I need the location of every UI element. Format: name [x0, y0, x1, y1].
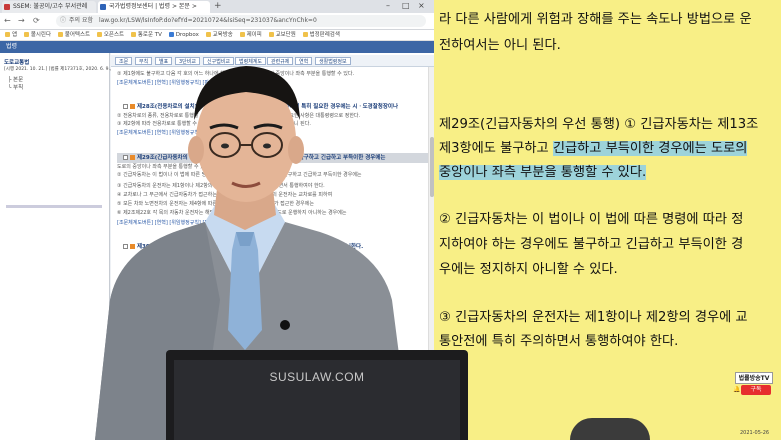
law-links-line[interactable]: [조문체계도버튼] [연혁] [위임행정규칙] [판례] [117, 130, 216, 137]
bookmark-item[interactable]: 교보단원 [268, 30, 296, 40]
toolbar-button[interactable]: 연혁 [295, 57, 313, 65]
law-text-line: ⑤ 모든 차와 노면전차의 운전자는 제4항에 따른 곳 외의 곳에서 긴급자동… [117, 201, 314, 207]
folder-icon [5, 32, 10, 37]
tab-law-info[interactable]: 국가법령정보센터 | 법령 > 본문 > [98, 1, 210, 13]
tab-label: SSEM: 불공이/고수 부서관례 [13, 3, 88, 10]
monitor-brand: SUSULAW.COM [269, 370, 365, 384]
url-input[interactable]: ⓘ 주의 요함 law.go.kr/LSW/lsInfoP.do?efYd=202… [56, 15, 426, 27]
toolbar-button[interactable]: 별표 [155, 57, 173, 65]
bookmark-item[interactable]: 볼시린다 [23, 30, 51, 40]
tab-ssem[interactable]: SSEM: 불공이/고수 부서관례 [2, 1, 96, 13]
law-text-line: ⑥ 제2조제22호 각 목의 자동차 운전자는 해당 자동차를 그 본래의 긴급… [117, 210, 347, 216]
folder-icon [239, 32, 245, 37]
bookmark-tag-icon [130, 104, 135, 109]
reload-button[interactable]: ⟳ [33, 16, 40, 25]
tree-item-body[interactable]: ├ 본문 [8, 75, 23, 83]
slide-line: 중앙이나 좌측 부분을 통행할 수 있다. [439, 161, 779, 180]
toolbar-button[interactable]: 부칙 [135, 57, 153, 65]
folder-icon [23, 32, 29, 37]
law-text-line: ② 제1항에도 불구하고 다음 각 호의 어느 하나에 해당하는 경우에는 도로… [117, 71, 355, 77]
foreground-object [570, 418, 650, 440]
close-window-button[interactable]: × [418, 0, 425, 12]
app-header: 법령 [0, 41, 434, 53]
slide-line: ③ 긴급자동차의 운전자는 제1항이나 제2항의 경우에 교 [439, 310, 748, 325]
forward-button[interactable]: → [18, 16, 25, 25]
tab-label: 국가법령정보센터 | 법령 > 본문 > [109, 3, 197, 10]
foreground-monitor: SUSULAW.COM [166, 350, 468, 440]
back-button[interactable]: ← [4, 16, 11, 25]
slide-line: 통안전에 특히 주의하면서 통행하여야 한다. [439, 334, 679, 349]
law-text-line: ④ 교차로나 그 부근에서 긴급자동차가 접근하는 경우에는 차마와 노면전차의… [117, 192, 333, 198]
article-checkbox[interactable] [123, 244, 128, 249]
tab-favicon-icon [100, 4, 106, 10]
folder-icon [268, 32, 274, 37]
url-text: law.go.kr/LSW/lsInfoP.do?efYd=20210724&l… [98, 17, 317, 24]
bookmark-tag-icon [130, 155, 135, 160]
bookmark-item[interactable]: 불어텍스트 [57, 30, 90, 40]
timestamp: 2021-05-26 [740, 430, 770, 436]
tab-favicon-icon [4, 4, 10, 10]
address-bar: ← → ⟳ ⓘ 주의 요함 law.go.kr/LSW/lsInfoP.do?ef… [0, 13, 434, 30]
minimize-button[interactable]: – [386, 0, 390, 12]
bookmark-item[interactable]: 제이피 [239, 30, 262, 40]
security-warning-icon[interactable]: ⓘ [60, 17, 66, 24]
bookmark-item[interactable]: 법정판례검색 [302, 30, 340, 40]
bookmark-item[interactable]: 오픈스트 [96, 30, 124, 40]
law-text-slide: 라 다른 사람에게 위험과 장해를 주는 속도나 방법으로 운 전하여서는 아니… [434, 0, 781, 440]
law-links-line[interactable]: [조문체계도버튼] [연혁] [위임행정규칙] [판례] [117, 80, 216, 87]
toolbar-button[interactable]: 3단비교 [175, 57, 200, 65]
toolbar-button[interactable]: 생활법령정보 [315, 57, 351, 65]
tree-title[interactable]: 도로교통법 [4, 58, 29, 66]
slide-line: 우에는 정지하지 아니할 수 있다. [439, 262, 618, 277]
bookmark-item[interactable]: 앱 [5, 30, 17, 40]
slide-line: 라 다른 사람에게 위험과 장해를 주는 속도나 방법으로 운 [439, 12, 752, 27]
slide-line: 지하여야 하는 경우에도 불구하고 긴급하고 부득이한 경 [439, 237, 744, 252]
bookmark-tag-icon [130, 244, 135, 249]
law-text-line: ② 전용차로의 종류, 전용차로로 통행할 수 있는 차와 그 밖에 전용차로의… [117, 113, 361, 119]
doc-toolbar: 조문 부칙 별표 3단비교 신구법비교 법령체계도 관련규제 연혁 생활법령정보 [111, 55, 434, 67]
folder-icon [205, 32, 211, 37]
tree-item-addendum[interactable]: └ 부칙 [8, 83, 23, 91]
subscribe-button[interactable]: 구독 [741, 385, 771, 395]
folder-icon [96, 32, 102, 37]
bookmark-item[interactable]: 통로운 TV [130, 30, 162, 40]
article-28-heading[interactable]: 제28조(전용차로의 설치) ① 시장등은 원활한 교통을 확보하기 위하여 특… [123, 103, 398, 111]
folder-icon [302, 32, 308, 37]
new-tab-button[interactable]: + [214, 0, 222, 12]
bookmark-item[interactable]: 교육방송 [205, 30, 233, 40]
slide-line: 제3항에도 불구하고 긴급하고 부득이한 경우에는 도로의 [439, 141, 748, 156]
toolbar-button[interactable]: 조문 [115, 57, 133, 65]
law-text-line: ③ 제2항에 따라 전용차로로 통행할 수 있는 차가 아니면 전용차로로 통행… [117, 121, 311, 127]
article-checkbox[interactable] [123, 155, 128, 160]
toolbar-button[interactable]: 신구법비교 [203, 57, 235, 65]
bell-icon[interactable]: 🔔 [733, 385, 740, 395]
panel-scrollbar[interactable] [6, 205, 102, 208]
article-29-heading[interactable]: 제29조(긴급자동차의 우선 통행) ① 긴급자동차는 제13조제3항에도 불구… [123, 154, 385, 162]
highlighted-text: 중앙이나 좌측 부분을 통행할 수 있다. [439, 165, 647, 180]
highlighted-text: 긴급하고 부득이한 경우에는 도로의 [552, 141, 748, 156]
channel-badge[interactable]: 법률방송TV 🔔 구독 [733, 372, 775, 410]
article-30-heading[interactable]: 제30조(긴급자동차에 대한 특례) 긴급자동차에 대하여는 다음 각 호의 사… [123, 243, 363, 251]
article-checkbox[interactable] [123, 104, 128, 109]
slide-line: ② 긴급자동차는 이 법이나 이 법에 따른 명령에 따라 정 [439, 212, 744, 227]
slide-line: 전하여서는 아니 된다. [439, 38, 561, 53]
slide-line: 제29조(긴급자동차의 우선 통행) ① 긴급자동차는 제13조 [439, 117, 759, 132]
toolbar-button[interactable]: 관련규제 [267, 57, 294, 65]
bookmark-item[interactable]: Dropbox [168, 30, 199, 40]
law-links-line[interactable]: [조문체계도버튼] [연혁] [위임행정규칙] [판례] [117, 220, 216, 227]
dropbox-icon [168, 32, 174, 37]
tab-bar: SSEM: 불공이/고수 부서관례 국가법령정보센터 | 법령 > 본문 > +… [0, 0, 434, 13]
law-tree-panel: 도로교통법 [시행 2021. 10. 21.] [법률 제17371호, 20… [0, 53, 131, 440]
law-text-line: ③ 긴급자동차의 운전자는 제1항이나 제2항의 경우에 교통안전에 특히 주의… [117, 183, 325, 189]
folder-icon [57, 32, 63, 37]
folder-icon [130, 32, 136, 37]
law-text-line: 도로의 중앙이나 좌측 부분을 통행할 수 있다. [117, 164, 211, 170]
maximize-button[interactable]: □ [402, 0, 410, 12]
law-text-line: ② 긴급자동차는 이 법이나 이 법에 따른 명령에 따라 정지하여야 하는 경… [117, 172, 362, 178]
bookmarks-bar: 앱 볼시린다 불어텍스트 오픈스트 통로운 TV Dropbox 교육방송 제이… [0, 30, 434, 41]
channel-logo: 법률방송TV [735, 372, 773, 384]
toolbar-button[interactable]: 법령체계도 [235, 57, 267, 65]
url-security-label: 주의 요함 [69, 17, 94, 24]
